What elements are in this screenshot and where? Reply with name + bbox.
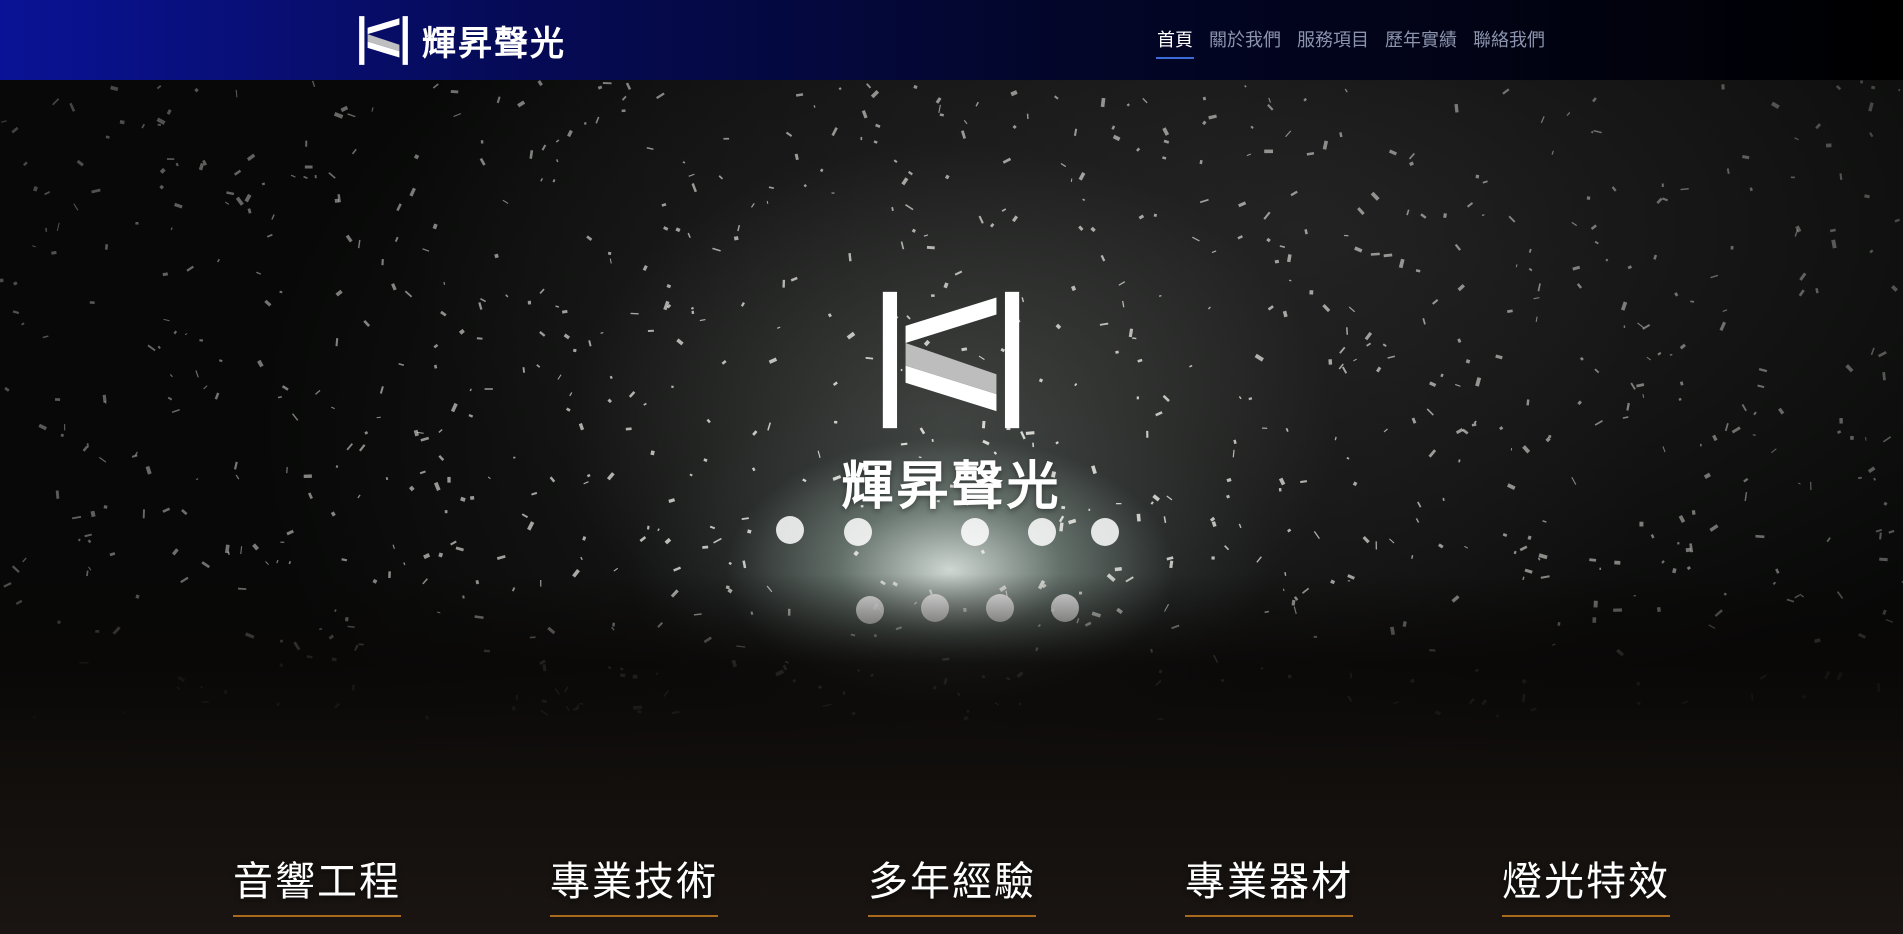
hero-banner: 輝昇聲光 音響工程 專業技術 多年經驗 專業器材 燈光特效: [0, 80, 1903, 934]
nav-projects[interactable]: 歷年實績: [1384, 24, 1458, 59]
feature-lighting-effects[interactable]: 燈光特效: [1456, 849, 1716, 917]
feature-audio-engineering[interactable]: 音響工程: [187, 849, 447, 917]
hero-title: 輝昇聲光: [841, 457, 1062, 517]
nav-home[interactable]: 首頁: [1156, 24, 1194, 59]
nav-contact[interactable]: 聯絡我們: [1472, 24, 1546, 59]
main-nav: 首頁 關於我們 服務項目 歷年實績 聯絡我們: [1156, 24, 1546, 59]
feature-equipment[interactable]: 專業器材: [1139, 849, 1399, 917]
feature-list: 音響工程 專業技術 多年經驗 專業器材 燈光特效: [0, 849, 1903, 917]
top-navbar: 輝昇聲光 首頁 關於我們 服務項目 歷年實績 聯絡我們: [0, 0, 1903, 80]
hs-logo-icon: [359, 15, 408, 65]
nav-services[interactable]: 服務項目: [1296, 24, 1370, 59]
nav-about[interactable]: 關於我們: [1208, 24, 1282, 59]
brand-name: 輝昇聲光: [422, 23, 566, 64]
feature-experience[interactable]: 多年經驗: [822, 849, 1082, 917]
feature-professional-tech[interactable]: 專業技術: [504, 849, 764, 917]
hero-logo-icon: [882, 291, 1020, 429]
brand-link[interactable]: 輝昇聲光: [357, 14, 566, 66]
